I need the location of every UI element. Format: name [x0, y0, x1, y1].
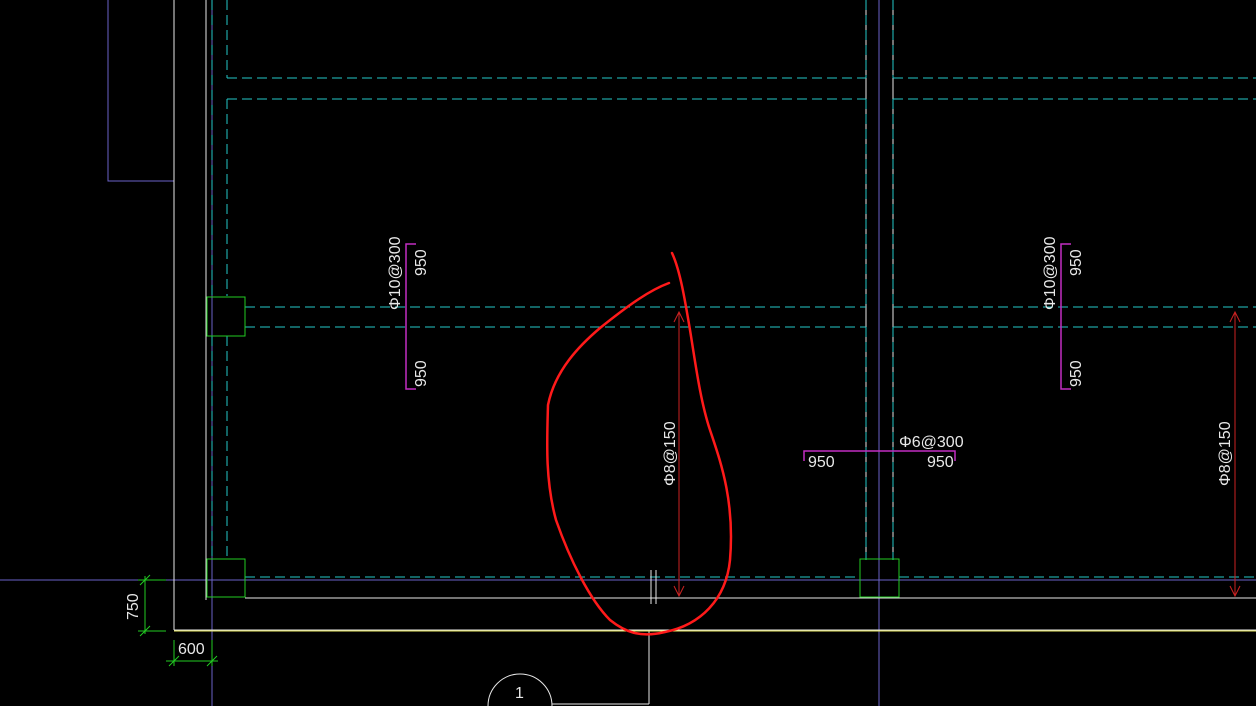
wall-lines [173, 0, 1256, 705]
purple-outline [107, 0, 174, 182]
section-tick [650, 570, 657, 604]
rebar-top-left-label: Φ10@300 [387, 236, 404, 310]
beam-dashed-lines [211, 0, 1256, 578]
rebar-horizontal-right-len: 950 [927, 454, 954, 471]
rebar-horizontal-label: Φ6@300 [899, 434, 964, 451]
axis-bubble-label: 1 [515, 685, 524, 702]
rebar-top-right-label: Φ10@300 [1042, 236, 1059, 310]
dim-horizontal-label: 600 [178, 641, 205, 658]
column-left-bottom [206, 558, 246, 598]
rebar-top-left-lower-len: 950 [413, 360, 430, 387]
rebar-vertical-center-label: Φ8@150 [662, 421, 679, 486]
axis-bubble-icon[interactable]: 1 [487, 673, 553, 706]
dim-vertical-label: 750 [125, 593, 142, 620]
rebar-top-right-lower-len: 950 [1068, 360, 1085, 387]
columns [206, 296, 900, 598]
cad-drawing-canvas[interactable]: 750 600 Φ10@300 950 950 Φ10@300 950 950 … [0, 0, 1256, 706]
rebar-top-right-upper-len: 950 [1068, 249, 1085, 276]
rebar-top-left-upper-len: 950 [413, 249, 430, 276]
column-left-mid [206, 296, 246, 337]
rebar-horizontal-left-len: 950 [808, 454, 835, 471]
rebar-vertical-right-label: Φ8@150 [1217, 421, 1234, 486]
grid-axes [0, 0, 1256, 706]
